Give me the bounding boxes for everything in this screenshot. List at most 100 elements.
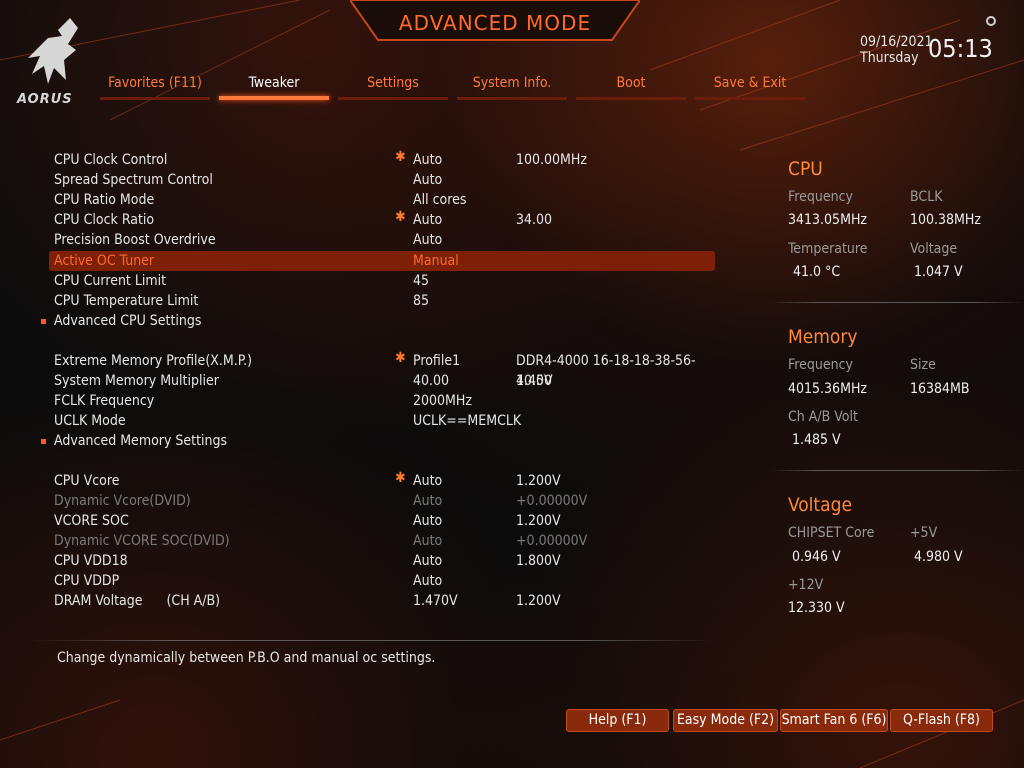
value-cpu-temperature: 41.0 °C <box>793 264 841 280</box>
label-memory-volt: Ch A/B Volt <box>788 409 858 425</box>
setting-dram-voltage[interactable]: DRAM Voltage (CH A/B) 1.470V 1.200V <box>49 591 715 611</box>
setting-current-value: 100.00MHz <box>516 152 588 168</box>
label-5v: +5V <box>910 525 938 541</box>
setting-cpu-temperature-limit[interactable]: CPU Temperature Limit 85 <box>49 291 715 311</box>
setting-fclk-frequency[interactable]: FCLK Frequency 2000MHz <box>49 391 715 411</box>
setting-label: CPU Current Limit <box>54 273 167 289</box>
setting-value: Auto <box>413 513 443 529</box>
setting-current-value: 34.00 <box>516 212 553 228</box>
setting-label: Spread Spectrum Control <box>54 172 213 188</box>
setting-value: 45 <box>413 273 430 289</box>
setting-value: Auto <box>413 553 443 569</box>
setting-value: 85 <box>413 293 430 309</box>
label-cpu-voltage: Voltage <box>910 241 958 257</box>
setting-label: Advanced CPU Settings <box>54 313 202 329</box>
help-button[interactable]: Help (F1) <box>566 709 669 732</box>
setting-label: Advanced Memory Settings <box>54 433 228 449</box>
value-chipset-core: 0.946 V <box>792 549 841 565</box>
label-cpu-temperature: Temperature <box>788 241 868 257</box>
setting-current-value: 1.200V <box>516 513 561 529</box>
setting-value: Auto <box>413 473 443 489</box>
tab-underline <box>219 96 329 100</box>
smart-fan-button[interactable]: Smart Fan 6 (F6) <box>780 709 888 732</box>
date: 09/16/2021 <box>860 34 933 50</box>
tab-underline <box>338 97 448 100</box>
label-12v: +12V <box>788 577 824 593</box>
tab-tweaker[interactable]: Tweaker <box>219 74 329 100</box>
tab-save-exit[interactable]: Save & Exit <box>695 74 805 100</box>
setting-value: Manual <box>413 253 459 269</box>
tab-favorites[interactable]: Favorites (F11) <box>100 74 210 100</box>
page-title: ADVANCED MODE <box>398 11 592 35</box>
setting-current-value: 1.200V <box>516 473 561 489</box>
help-text: Change dynamically between P.B.O and man… <box>57 650 436 666</box>
submenu-bullet-icon <box>41 319 46 324</box>
tab-label: Tweaker <box>248 75 300 91</box>
tab-underline <box>576 97 686 100</box>
setting-cpu-current-limit[interactable]: CPU Current Limit 45 <box>49 271 715 291</box>
easy-mode-button[interactable]: Easy Mode (F2) <box>673 709 778 732</box>
tab-boot[interactable]: Boot <box>576 74 686 100</box>
setting-label: System Memory Multiplier <box>54 373 219 389</box>
value-5v: 4.980 V <box>914 549 963 565</box>
tab-system-info[interactable]: System Info. <box>457 74 567 100</box>
divider <box>770 470 1024 471</box>
status-dot-icon <box>986 16 996 26</box>
label-memory-frequency: Frequency <box>788 357 853 373</box>
tab-label: System Info. <box>472 75 552 91</box>
setting-label: CPU VDDP <box>54 573 120 589</box>
setting-precision-boost-overdrive[interactable]: Precision Boost Overdrive Auto <box>49 230 715 250</box>
setting-label: Dynamic VCORE SOC(DVID) <box>54 533 230 549</box>
setting-label: Dynamic Vcore(DVID) <box>54 493 191 509</box>
setting-label: FCLK Frequency <box>54 393 155 409</box>
setting-label: DRAM Voltage (CH A/B) <box>54 593 221 609</box>
setting-cpu-clock-ratio[interactable]: CPU Clock Ratio ✱ Auto 34.00 <box>49 209 715 230</box>
setting-value: Profile1 <box>413 353 461 369</box>
q-flash-button[interactable]: Q-Flash (F8) <box>890 709 993 732</box>
setting-active-oc-tuner[interactable]: Active OC Tuner Manual <box>49 251 715 271</box>
label-cpu-bclk: BCLK <box>910 189 943 205</box>
day: Thursday <box>860 50 919 66</box>
setting-value: Auto <box>413 573 443 589</box>
tab-underline <box>100 97 210 100</box>
setting-label: CPU Temperature Limit <box>54 293 199 309</box>
tab-settings[interactable]: Settings <box>338 74 448 100</box>
setting-vcore-soc[interactable]: VCORE SOC Auto 1.200V <box>49 511 715 531</box>
setting-cpu-vddp[interactable]: CPU VDDP Auto <box>49 571 715 591</box>
setting-cpu-clock-control[interactable]: CPU Clock Control ✱ Auto 100.00MHz <box>49 149 715 170</box>
value-cpu-voltage: 1.047 V <box>914 264 963 280</box>
setting-label: VCORE SOC <box>54 513 129 529</box>
section-title-voltage: Voltage <box>788 494 852 516</box>
setting-cpu-vcore[interactable]: CPU Vcore ✱ Auto 1.200V <box>49 470 715 491</box>
setting-cpu-vdd18[interactable]: CPU VDD18 Auto 1.800V <box>49 551 715 571</box>
setting-current-value: 40.00 <box>516 373 553 389</box>
setting-system-memory-multiplier[interactable]: System Memory Multiplier 40.00 40.00 <box>49 371 715 391</box>
tab-underline <box>695 97 805 100</box>
setting-cpu-ratio-mode[interactable]: CPU Ratio Mode All cores <box>49 190 715 210</box>
setting-current-value: 1.200V <box>516 593 561 609</box>
setting-label: Precision Boost Overdrive <box>54 232 216 248</box>
setting-dynamic-vcore-dvid: Dynamic Vcore(DVID) Auto +0.00000V <box>49 491 715 511</box>
setting-value: Auto <box>413 152 443 168</box>
tab-label: Save & Exit <box>713 75 787 91</box>
divider <box>30 640 720 641</box>
setting-label: UCLK Mode <box>54 413 126 429</box>
value-12v: 12.330 V <box>788 600 845 616</box>
setting-xmp-profile[interactable]: Extreme Memory Profile(X.M.P.) ✱ Profile… <box>49 350 715 389</box>
setting-spread-spectrum-control[interactable]: Spread Spectrum Control Auto <box>49 170 715 190</box>
label-cpu-frequency: Frequency <box>788 189 853 205</box>
submenu-advanced-cpu-settings[interactable]: Advanced CPU Settings <box>41 311 715 331</box>
section-title-cpu: CPU <box>788 158 823 180</box>
setting-value: Auto <box>413 533 443 549</box>
submenu-advanced-memory-settings[interactable]: Advanced Memory Settings <box>41 431 715 451</box>
setting-uclk-mode[interactable]: UCLK Mode UCLK==MEMCLK <box>49 411 715 431</box>
tab-label: Boot <box>616 75 646 91</box>
setting-value: Auto <box>413 212 443 228</box>
value-memory-volt: 1.485 V <box>792 432 841 448</box>
setting-value: Auto <box>413 172 443 188</box>
setting-value: Auto <box>413 232 443 248</box>
tab-underline <box>457 97 567 100</box>
section-title-memory: Memory <box>788 326 858 348</box>
setting-dynamic-vcore-soc-dvid: Dynamic VCORE SOC(DVID) Auto +0.00000V <box>49 531 715 551</box>
modified-star-icon: ✱ <box>395 209 406 225</box>
